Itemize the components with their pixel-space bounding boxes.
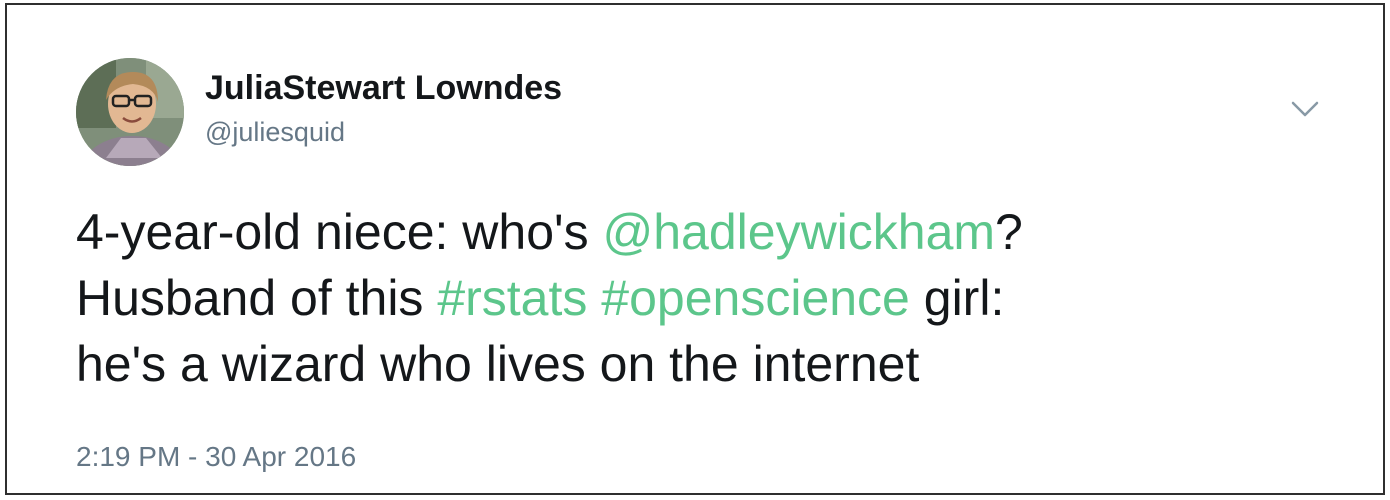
tweet-text-segment: 4-year-old niece: who's — [76, 204, 603, 260]
author-handle[interactable]: @juliesquid — [205, 117, 345, 148]
tweet-menu-button[interactable] — [1287, 95, 1323, 123]
tweet-text-segment: ? — [995, 204, 1023, 260]
hashtag-link-openscience[interactable]: #openscience — [601, 270, 910, 326]
tweet-line-3: he's a wizard who lives on the internet — [76, 331, 1336, 397]
tweet-card: JuliaStewart Lowndes @juliesquid 4-year-… — [5, 3, 1385, 495]
mention-link[interactable]: @hadleywickham — [602, 204, 995, 260]
hashtag-link-rstats[interactable]: #rstats — [437, 270, 587, 326]
avatar[interactable] — [76, 58, 184, 166]
tweet-text-segment — [587, 270, 601, 326]
tweet-text: 4-year-old niece: who's @hadleywickham? … — [76, 199, 1336, 397]
chevron-down-icon — [1291, 101, 1319, 117]
tweet-line-1: 4-year-old niece: who's @hadleywickham? — [76, 199, 1336, 265]
profile-photo-icon — [76, 58, 184, 166]
tweet-text-segment: he's a wizard who lives on the internet — [76, 336, 920, 392]
tweet-text-segment: girl: — [909, 270, 1005, 326]
tweet-line-2: Husband of this #rstats #openscience gir… — [76, 265, 1336, 331]
tweet-timestamp[interactable]: 2:19 PM - 30 Apr 2016 — [76, 441, 356, 473]
author-display-name[interactable]: JuliaStewart Lowndes — [205, 69, 562, 108]
tweet-text-segment: Husband of this — [76, 270, 438, 326]
